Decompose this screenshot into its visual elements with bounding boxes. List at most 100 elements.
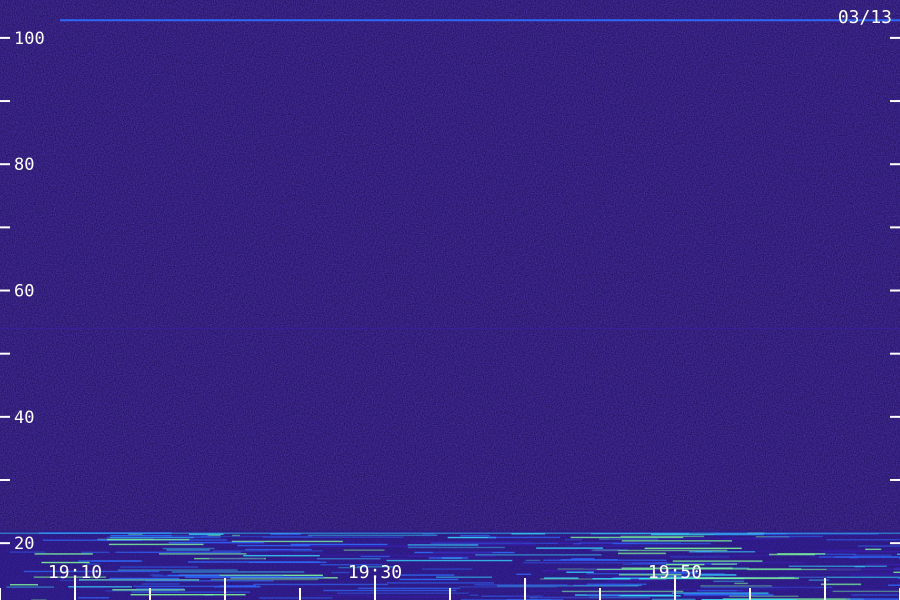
band-streak [578,542,682,544]
band-streak [700,585,772,587]
band-streak [711,563,738,565]
band-streak [729,595,799,598]
y-tick-label: 100 [14,29,45,49]
band-streak [683,593,756,595]
band-streak [317,558,381,560]
band-streak [430,542,558,545]
spectrogram-chart: 20 40 60 80 100 19:10 19:30 19:50 03/13 [0,0,900,600]
band-streak [343,549,385,551]
band-streak [110,534,172,537]
y-tick-label: 20 [14,534,34,554]
band-streak [698,574,737,576]
band-streak [589,550,618,552]
band-streak [166,549,210,551]
band-streak [248,561,327,564]
band-streak [536,547,603,549]
band-streak [210,578,319,581]
band-bright-streak [617,552,666,555]
band-streak [407,546,505,549]
band-streak [853,554,892,556]
band-streak [608,537,706,540]
band-streak [497,585,639,587]
band-streak [258,597,333,599]
band-streak [826,539,900,541]
band-streak [109,536,194,539]
band-streak [168,541,265,544]
band-streak [78,597,110,599]
band-bright-streak [777,553,826,555]
band-streak [357,587,461,590]
band-streak [323,589,457,592]
band-streak [865,548,882,551]
band-streak [400,574,455,576]
y-tick-label: 60 [14,282,34,302]
band-streak [586,583,647,585]
band-streak [832,590,900,593]
band-streak [117,569,238,571]
band-streak [331,571,350,574]
band-streak [120,566,199,568]
band-streak [537,597,589,599]
band-streak [109,577,180,580]
band-streak [212,550,323,552]
band-streak [323,554,464,557]
band-streak [78,587,107,590]
band-streak [130,594,246,596]
band-streak [386,559,513,562]
band-bright-streak [696,577,799,580]
band-streak [826,568,900,571]
band-streak [620,535,705,538]
band-streak [253,583,389,586]
band-streak [849,574,900,576]
band-streak [648,588,788,591]
band-streak [736,590,759,592]
band-streak [245,548,312,551]
band-streak [107,538,190,541]
band-streak [487,536,561,539]
band-streak [6,586,54,588]
band-streak [209,558,265,560]
band-streak [441,557,463,559]
band-streak [233,553,326,555]
band-streak [815,549,873,552]
band-streak [243,554,320,557]
band-streak [68,586,132,588]
band-streak [851,594,900,596]
band-streak [592,578,650,580]
band-streak [600,581,626,583]
band-streak [511,543,523,545]
band-streak [141,583,180,585]
band-streak [407,544,479,546]
band-streak [81,551,110,554]
band-streak [475,554,602,556]
band-streak [865,563,900,566]
band-edge [0,532,900,535]
band-streak [766,535,823,538]
band-streak [436,576,493,578]
band-streak [115,551,242,554]
band-streak [171,571,305,573]
band-streak [34,553,93,555]
band-streak [713,580,745,583]
band-streak [857,545,900,547]
band-streak [589,595,621,597]
band-streak [469,594,479,596]
band-streak [410,541,533,543]
band-streak [701,554,772,557]
x-tick-label: 19:50 [648,562,702,583]
band-streak [108,543,204,546]
band-streak [460,535,490,537]
band-streak [469,543,537,546]
band-streak [587,575,641,578]
band-streak [433,551,493,554]
band-streak [818,556,900,558]
band-streak [573,543,581,545]
band-streak [27,574,38,577]
band-streak [290,543,388,546]
band-streak [525,559,541,562]
band-streak [308,534,438,537]
band-streak [200,535,313,538]
band-streak [600,545,681,547]
band-streak [152,575,284,577]
band-streak [9,584,39,586]
